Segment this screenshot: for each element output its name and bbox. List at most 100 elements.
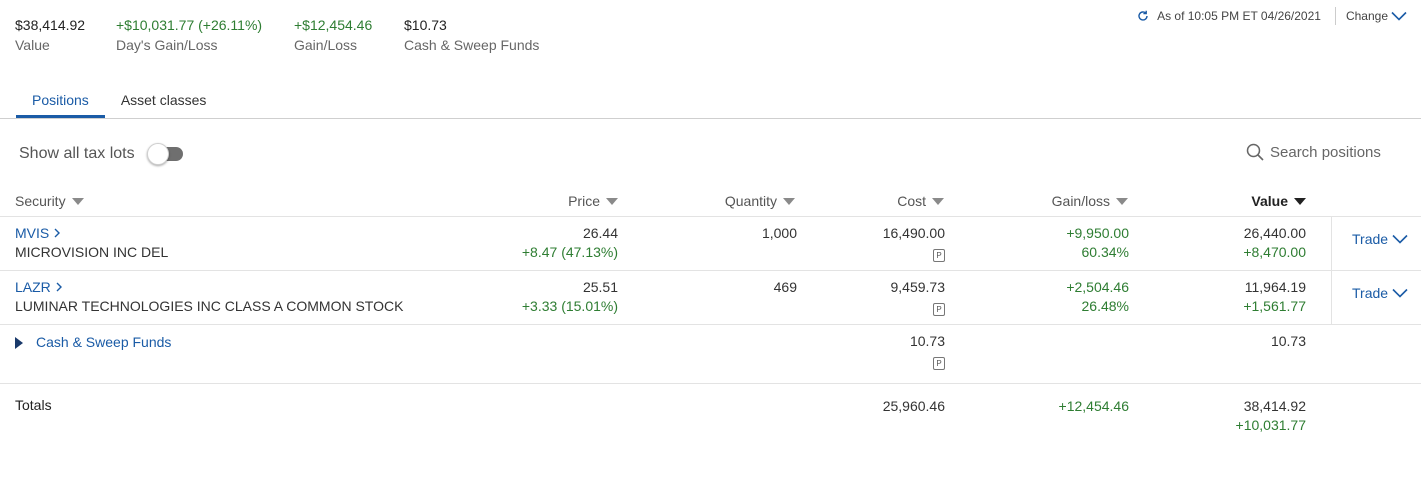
search-icon xyxy=(1246,143,1264,161)
summary-value-label: Value xyxy=(15,37,50,53)
cost-badge: P xyxy=(933,245,945,264)
header-divider xyxy=(0,216,1421,217)
price-value: 26.44 xyxy=(582,225,618,241)
cash-value: 10.73 xyxy=(1270,333,1306,349)
security-symbol: LAZR xyxy=(15,279,51,295)
position-value: 26,440.00 xyxy=(1243,225,1306,241)
summary-cash-amount: $10.73 xyxy=(404,17,447,33)
cost-badge: P xyxy=(933,299,945,318)
summary-gain-loss-label: Gain/Loss xyxy=(294,37,358,53)
price-change: +8.47 (47.13%) xyxy=(521,244,618,260)
trade-label: Trade xyxy=(1352,231,1389,247)
cash-row-label: Cash & Sweep Funds xyxy=(36,334,172,350)
chevron-right-icon xyxy=(54,228,61,238)
summary-cash: $10.73 Cash & Sweep Funds xyxy=(404,16,539,55)
security-name: LUMINAR TECHNOLOGIES INC CLASS A COMMON … xyxy=(15,298,404,314)
column-gain-loss[interactable]: Gain/loss xyxy=(1052,193,1128,209)
column-security[interactable]: Security xyxy=(15,193,84,209)
cash-row-toggle[interactable]: Cash & Sweep Funds xyxy=(15,333,171,352)
column-cost-label: Cost xyxy=(897,193,926,209)
as-of-bar: As of 10:05 PM ET 04/26/2021 Change xyxy=(1137,7,1407,25)
gain-value: +2,504.46 xyxy=(1066,279,1129,295)
toggle-knob xyxy=(146,143,169,165)
summary-days-gain-amount: +$10,031.77 (+26.11%) xyxy=(116,17,263,33)
price-value: 25.51 xyxy=(582,279,618,295)
position-value-change: +1,561.77 xyxy=(1243,298,1306,314)
summary-value: $38,414.92 Value xyxy=(15,16,85,55)
sort-triangle-icon xyxy=(606,197,618,205)
position-value-change: +8,470.00 xyxy=(1243,244,1306,260)
cost-badge-label: P xyxy=(933,302,945,316)
security-symbol-link[interactable]: MVIS xyxy=(15,224,61,243)
as-of-divider xyxy=(1334,7,1336,25)
cost-value: 16,490.00 xyxy=(882,225,945,241)
column-cost[interactable]: Cost xyxy=(897,193,944,209)
cost-badge: P xyxy=(933,353,945,372)
chevron-right-icon xyxy=(56,282,62,292)
security-symbol-link[interactable]: LAZR xyxy=(15,278,63,297)
summary-cash-label: Cash & Sweep Funds xyxy=(404,37,540,53)
tax-lots-control: Show all tax lots xyxy=(19,143,185,165)
summary-days-gain: +$10,031.77 (+26.11%) Day's Gain/Loss xyxy=(116,16,262,55)
tax-lots-toggle[interactable] xyxy=(146,143,185,165)
trade-button[interactable]: Trade xyxy=(1352,285,1408,301)
sort-triangle-icon xyxy=(1116,197,1128,205)
chevron-down-icon xyxy=(1391,11,1407,21)
totals-cost: 25,960.46 xyxy=(882,398,945,414)
caret-right-icon xyxy=(15,336,23,349)
price-change: +3.33 (15.01%) xyxy=(521,298,618,314)
column-quantity-label: Quantity xyxy=(724,193,777,209)
tab-divider xyxy=(0,118,1421,119)
chevron-down-icon xyxy=(1392,288,1408,298)
trade-divider xyxy=(1331,271,1332,324)
security-symbol: MVIS xyxy=(15,225,50,241)
column-gain-loss-label: Gain/loss xyxy=(1051,193,1110,209)
tab-asset-classes[interactable]: Asset classes xyxy=(105,86,223,118)
gain-percent: 60.34% xyxy=(1081,244,1129,260)
security-name: MICROVISION INC DEL xyxy=(15,244,169,260)
gain-value: +9,950.00 xyxy=(1066,225,1129,241)
trade-label: Trade xyxy=(1352,285,1389,301)
cost-value: 9,459.73 xyxy=(890,279,946,295)
column-value-label: Value xyxy=(1251,193,1288,209)
trade-button[interactable]: Trade xyxy=(1352,231,1408,247)
column-price-label: Price xyxy=(568,193,600,209)
chevron-down-icon xyxy=(1392,234,1408,244)
totals-label: Totals xyxy=(15,397,52,413)
position-value: 11,964.19 xyxy=(1244,279,1306,295)
row-divider xyxy=(0,324,1421,325)
refresh-icon[interactable] xyxy=(1137,10,1149,22)
totals-value-change: +10,031.77 xyxy=(1235,417,1306,433)
sort-triangle-icon xyxy=(1294,197,1306,205)
summary-gain-loss: +$12,454.46 Gain/Loss xyxy=(294,16,372,55)
tab-positions[interactable]: Positions xyxy=(16,86,105,118)
as-of-text: As of 10:05 PM ET 04/26/2021 xyxy=(1157,9,1321,23)
sort-triangle-icon xyxy=(932,197,944,205)
cost-badge-label: P xyxy=(933,356,945,370)
summary-value-amount: $38,414.92 xyxy=(15,17,86,33)
change-button[interactable]: Change xyxy=(1346,9,1407,23)
gain-percent: 26.48% xyxy=(1081,298,1129,314)
row-divider xyxy=(0,270,1421,271)
trade-divider xyxy=(1331,217,1332,270)
search-placeholder: Search positions xyxy=(1270,143,1381,161)
row-divider xyxy=(0,383,1421,384)
column-security-label: Security xyxy=(15,193,66,209)
search-positions[interactable]: Search positions xyxy=(1246,143,1381,161)
summary-days-gain-label: Day's Gain/Loss xyxy=(116,37,218,53)
totals-gain: +12,454.46 xyxy=(1058,398,1129,414)
sort-triangle-icon xyxy=(783,197,795,205)
summary-gain-loss-amount: +$12,454.46 xyxy=(294,17,373,33)
column-quantity[interactable]: Quantity xyxy=(725,193,795,209)
quantity-value: 469 xyxy=(773,279,797,295)
tab-bar: Positions Asset classes xyxy=(16,86,222,118)
quantity-value: 1,000 xyxy=(761,225,797,241)
cost-badge-label: P xyxy=(933,248,945,262)
tax-lots-label: Show all tax lots xyxy=(19,145,135,162)
column-price[interactable]: Price xyxy=(568,193,618,209)
cash-cost: 10.73 xyxy=(909,333,945,349)
totals-value: 38,414.92 xyxy=(1243,398,1306,414)
change-label: Change xyxy=(1345,9,1388,23)
column-value[interactable]: Value xyxy=(1251,193,1306,209)
sort-triangle-icon xyxy=(71,197,84,205)
